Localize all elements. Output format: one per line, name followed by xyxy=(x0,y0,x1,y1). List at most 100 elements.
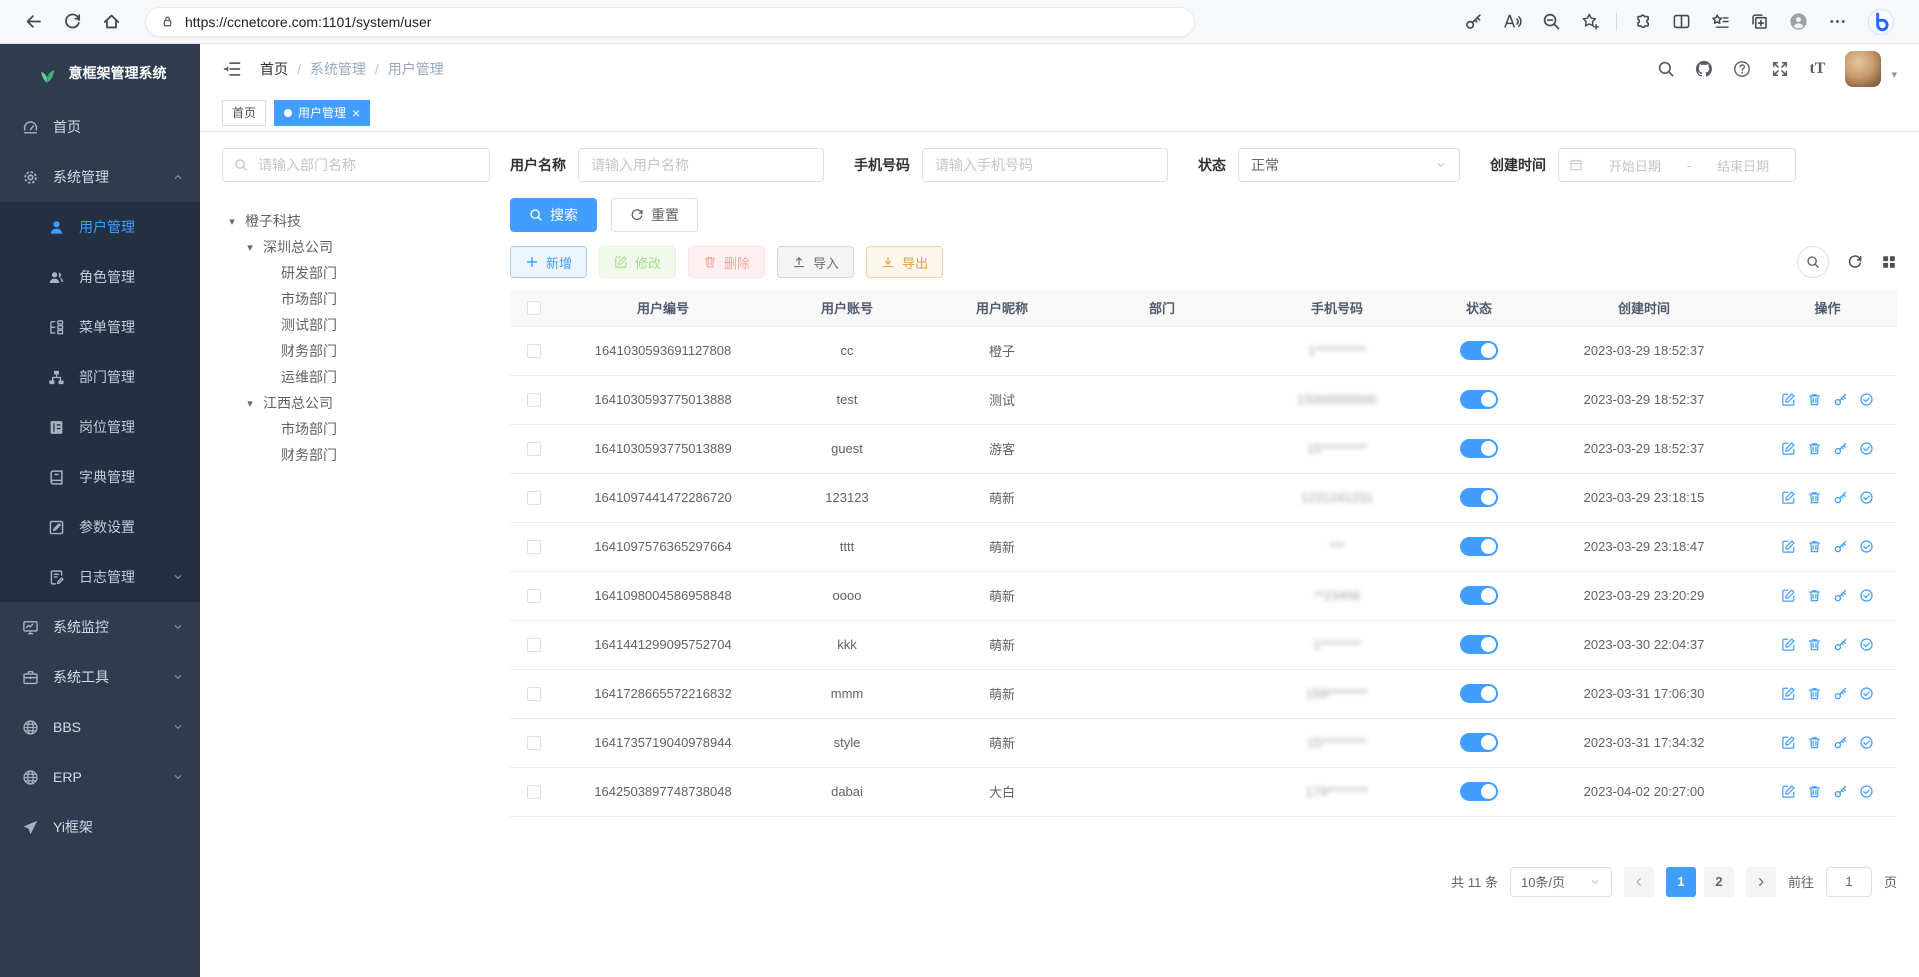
assign-role-icon[interactable] xyxy=(1859,588,1874,603)
sidebar-item-system-management[interactable]: 系统管理 xyxy=(0,152,200,202)
row-checkbox[interactable] xyxy=(527,491,541,505)
add-favorite-icon[interactable] xyxy=(1581,12,1600,31)
search-button[interactable]: 搜索 xyxy=(510,198,597,232)
reset-password-icon[interactable] xyxy=(1833,686,1848,701)
assign-role-icon[interactable] xyxy=(1859,686,1874,701)
import-button[interactable]: 导入 xyxy=(777,246,854,278)
row-checkbox[interactable] xyxy=(527,785,541,799)
dept-search-input[interactable] xyxy=(256,156,478,174)
tree-node[interactable]: ▾深圳总公司 xyxy=(222,234,490,260)
page-button-1[interactable]: 1 xyxy=(1666,867,1696,897)
passwords-icon[interactable] xyxy=(1464,12,1483,31)
assign-role-icon[interactable] xyxy=(1859,490,1874,505)
row-checkbox[interactable] xyxy=(527,442,541,456)
tree-expand-caret[interactable]: ▾ xyxy=(242,241,258,254)
add-button[interactable]: 新增 xyxy=(510,246,587,278)
breadcrumb-item[interactable]: 首页 xyxy=(260,59,288,79)
edit-icon[interactable] xyxy=(1781,735,1796,750)
split-screen-icon[interactable] xyxy=(1672,12,1691,31)
delete-icon[interactable] xyxy=(1807,441,1822,456)
header-search-icon[interactable] xyxy=(1657,60,1675,78)
zoom-indicator-icon[interactable] xyxy=(1542,12,1561,31)
user-avatar[interactable] xyxy=(1845,51,1881,87)
reset-password-icon[interactable] xyxy=(1833,392,1848,407)
reset-password-icon[interactable] xyxy=(1833,637,1848,652)
edit-icon[interactable] xyxy=(1781,686,1796,701)
help-icon[interactable] xyxy=(1733,60,1751,78)
tab-close-icon[interactable]: × xyxy=(352,106,360,120)
assign-role-icon[interactable] xyxy=(1859,735,1874,750)
status-toggle[interactable] xyxy=(1460,635,1498,654)
reset-password-icon[interactable] xyxy=(1833,441,1848,456)
favorites-icon[interactable] xyxy=(1711,12,1730,31)
sidebar-item-system-monitor[interactable]: 系统监控 xyxy=(0,602,200,652)
next-page-button[interactable] xyxy=(1746,867,1776,897)
assign-role-icon[interactable] xyxy=(1859,441,1874,456)
delete-icon[interactable] xyxy=(1807,539,1822,554)
status-toggle[interactable] xyxy=(1460,586,1498,605)
assign-role-icon[interactable] xyxy=(1859,539,1874,554)
delete-icon[interactable] xyxy=(1807,784,1822,799)
export-button[interactable]: 导出 xyxy=(866,246,943,278)
browser-refresh-icon[interactable] xyxy=(63,12,82,31)
edit-icon[interactable] xyxy=(1781,392,1796,407)
modify-button[interactable]: 修改 xyxy=(599,246,676,278)
delete-icon[interactable] xyxy=(1807,637,1822,652)
row-checkbox[interactable] xyxy=(527,638,541,652)
status-select[interactable]: 正常 xyxy=(1238,148,1460,182)
delete-icon[interactable] xyxy=(1807,686,1822,701)
delete-icon[interactable] xyxy=(1807,490,1822,505)
toolbar-columns-icon[interactable] xyxy=(1881,254,1897,270)
row-checkbox[interactable] xyxy=(527,540,541,554)
fullscreen-icon[interactable] xyxy=(1771,60,1789,78)
status-toggle[interactable] xyxy=(1460,782,1498,801)
sidebar-item-bbs[interactable]: BBS xyxy=(0,702,200,752)
sidebar-item-yi-framework[interactable]: Yi框架 xyxy=(0,802,200,852)
sidebar-item-dept-management[interactable]: 部门管理 xyxy=(0,352,200,402)
row-checkbox[interactable] xyxy=(527,393,541,407)
edit-icon[interactable] xyxy=(1781,539,1796,554)
prev-page-button[interactable] xyxy=(1624,867,1654,897)
copilot-icon[interactable] xyxy=(1867,8,1895,36)
font-size-icon[interactable]: tT xyxy=(1809,60,1825,78)
tree-node[interactable]: 测试部门 xyxy=(222,312,490,338)
sidebar-item-menu-management[interactable]: 菜单管理 xyxy=(0,302,200,352)
status-toggle[interactable] xyxy=(1460,488,1498,507)
toolbar-refresh-icon[interactable] xyxy=(1847,254,1863,270)
assign-role-icon[interactable] xyxy=(1859,637,1874,652)
row-checkbox[interactable] xyxy=(527,589,541,603)
reset-button[interactable]: 重置 xyxy=(611,198,698,232)
browser-profile-avatar[interactable] xyxy=(1789,12,1808,31)
sidebar-item-home[interactable]: 首页 xyxy=(0,102,200,152)
row-checkbox[interactable] xyxy=(527,736,541,750)
tree-node[interactable]: 运维部门 xyxy=(222,364,490,390)
toolbar-search-button[interactable] xyxy=(1797,246,1829,278)
status-toggle[interactable] xyxy=(1460,537,1498,556)
goto-page-input[interactable] xyxy=(1826,867,1872,897)
page-size-select[interactable]: 10条/页 xyxy=(1510,867,1612,897)
reset-password-icon[interactable] xyxy=(1833,539,1848,554)
assign-role-icon[interactable] xyxy=(1859,392,1874,407)
sidebar-item-log-management[interactable]: 日志管理 xyxy=(0,552,200,602)
edit-icon[interactable] xyxy=(1781,588,1796,603)
delete-icon[interactable] xyxy=(1807,588,1822,603)
browser-settings-icon[interactable] xyxy=(1828,12,1847,31)
date-range-picker[interactable]: 开始日期 - 结束日期 xyxy=(1558,148,1796,182)
delete-icon[interactable] xyxy=(1807,735,1822,750)
browser-back-icon[interactable] xyxy=(24,12,43,31)
sidebar-item-user-management[interactable]: 用户管理 xyxy=(0,202,200,252)
status-toggle[interactable] xyxy=(1460,733,1498,752)
edit-icon[interactable] xyxy=(1781,441,1796,456)
reset-password-icon[interactable] xyxy=(1833,784,1848,799)
sidebar-item-system-tools[interactable]: 系统工具 xyxy=(0,652,200,702)
status-toggle[interactable] xyxy=(1460,390,1498,409)
username-input[interactable] xyxy=(578,148,824,182)
select-all-checkbox[interactable] xyxy=(527,301,541,315)
reset-password-icon[interactable] xyxy=(1833,735,1848,750)
reset-password-icon[interactable] xyxy=(1833,490,1848,505)
github-icon[interactable] xyxy=(1695,60,1713,78)
phone-input[interactable] xyxy=(922,148,1168,182)
tree-node[interactable]: 市场部门 xyxy=(222,286,490,312)
tab-用户管理[interactable]: 用户管理× xyxy=(274,100,370,126)
tree-node[interactable]: 财务部门 xyxy=(222,442,490,468)
